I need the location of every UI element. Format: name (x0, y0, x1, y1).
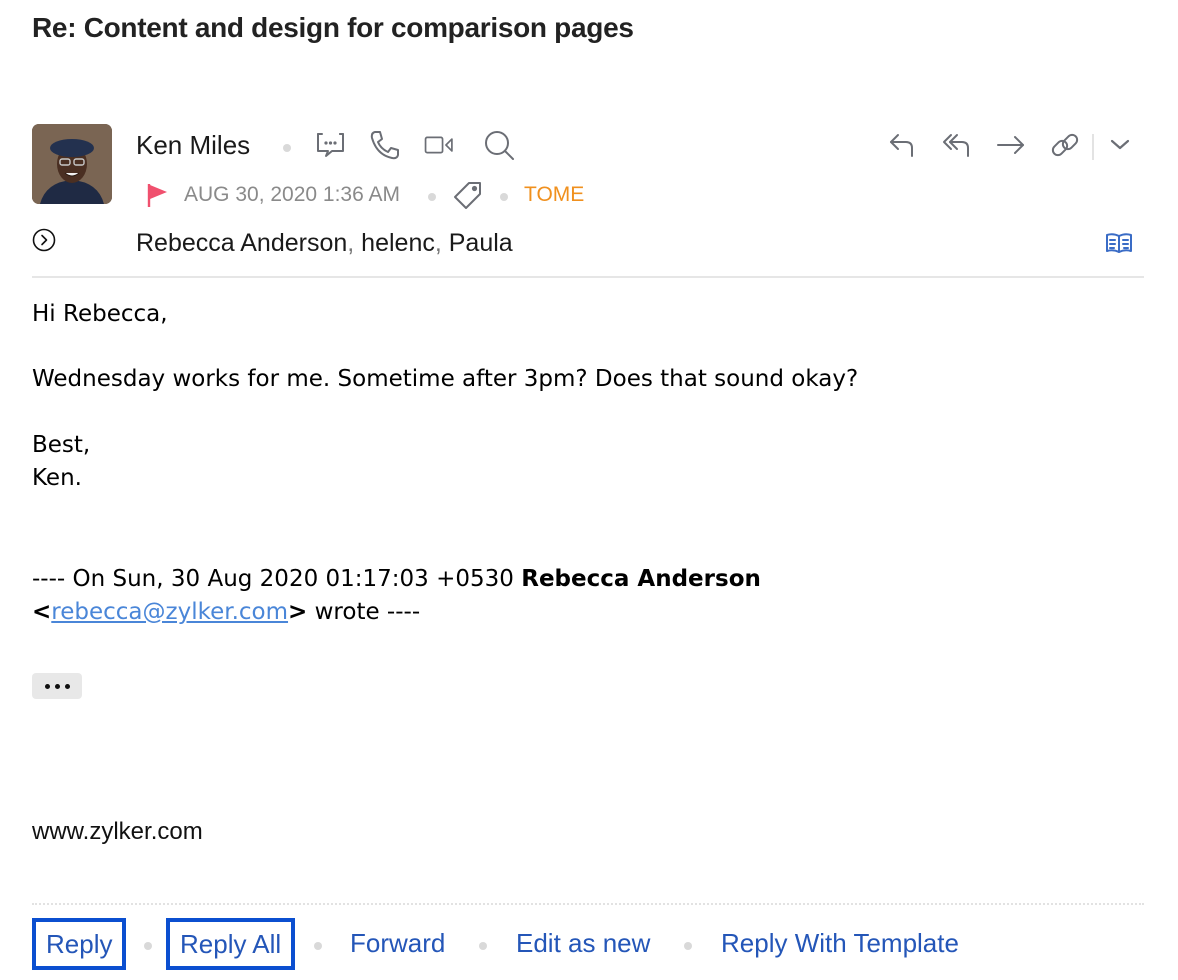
recipient[interactable]: Paula (449, 229, 513, 257)
quote-author: Rebecca Anderson (521, 566, 761, 592)
footer-divider (32, 903, 1144, 905)
body-closing: Best, (32, 432, 91, 458)
email-subject: Re: Content and design for comparison pa… (32, 12, 634, 43)
quote-bracket: < (32, 599, 52, 625)
forward-button[interactable]: Forward (350, 928, 445, 959)
recipient[interactable]: Rebecca Anderson (136, 229, 347, 257)
separator-dot (144, 942, 152, 950)
recipient-separator: , (434, 229, 442, 257)
separator-dot (314, 942, 322, 950)
ellipsis-dot (64, 683, 70, 689)
email-date: AUG 30, 2020 1:36 AM (184, 183, 400, 206)
body-paragraph: Wednesday works for me. Sometime after 3… (32, 366, 859, 392)
tag-label[interactable]: TOME (524, 183, 584, 207)
quoted-header: ---- On Sun, 30 Aug 2020 01:17:03 +0530 … (32, 563, 761, 629)
ellipsis-dot (54, 683, 60, 689)
quote-suffix: wrote ---- (307, 599, 421, 625)
reply-all-button[interactable]: Reply All (166, 918, 296, 970)
sender-avatar[interactable] (32, 124, 112, 204)
avatar-photo-icon (32, 124, 112, 204)
reply-all-icon[interactable] (940, 128, 974, 162)
edit-as-new-button[interactable]: Edit as new (516, 928, 650, 959)
quote-bracket: > (288, 599, 308, 625)
recipient[interactable]: helenc (361, 229, 435, 257)
chat-icon[interactable] (314, 128, 348, 162)
quote-prefix: ---- On Sun, 30 Aug 2020 01:17:03 +0530 (32, 566, 522, 592)
chevron-down-icon[interactable] (1104, 128, 1138, 162)
recipients-list: Rebecca Anderson, helenc, Paula (136, 229, 513, 258)
sender-name[interactable]: Ken Miles (136, 130, 250, 161)
reply-button[interactable]: Reply (32, 918, 127, 970)
separator-dot (283, 144, 291, 152)
quote-email-link[interactable]: rebecca@zylker.com (51, 599, 288, 625)
search-icon[interactable] (482, 128, 516, 162)
ellipsis-dot (44, 683, 50, 689)
separator-dot (479, 942, 487, 950)
video-icon[interactable] (423, 128, 457, 162)
body-greeting: Hi Rebecca, (32, 301, 168, 327)
flag-icon[interactable] (146, 182, 170, 208)
separator-dot (428, 193, 436, 201)
expand-details-icon[interactable] (32, 228, 56, 252)
reply-icon[interactable] (886, 128, 920, 162)
body-sign-name: Ken. (32, 465, 82, 491)
phone-icon[interactable] (368, 128, 402, 162)
header-divider (32, 276, 1144, 278)
forward-icon[interactable] (994, 128, 1028, 162)
separator-dot (684, 942, 692, 950)
separator-dot (500, 193, 508, 201)
actions-divider (1092, 134, 1094, 160)
show-quoted-text-button[interactable] (32, 673, 82, 699)
link-icon[interactable] (1048, 128, 1082, 162)
email-signature: www.zylker.com (32, 818, 203, 845)
recipient-separator: , (347, 229, 355, 257)
reading-mode-icon[interactable] (1104, 230, 1134, 256)
reply-with-template-button[interactable]: Reply With Template (721, 928, 959, 959)
tag-icon[interactable] (452, 180, 484, 212)
